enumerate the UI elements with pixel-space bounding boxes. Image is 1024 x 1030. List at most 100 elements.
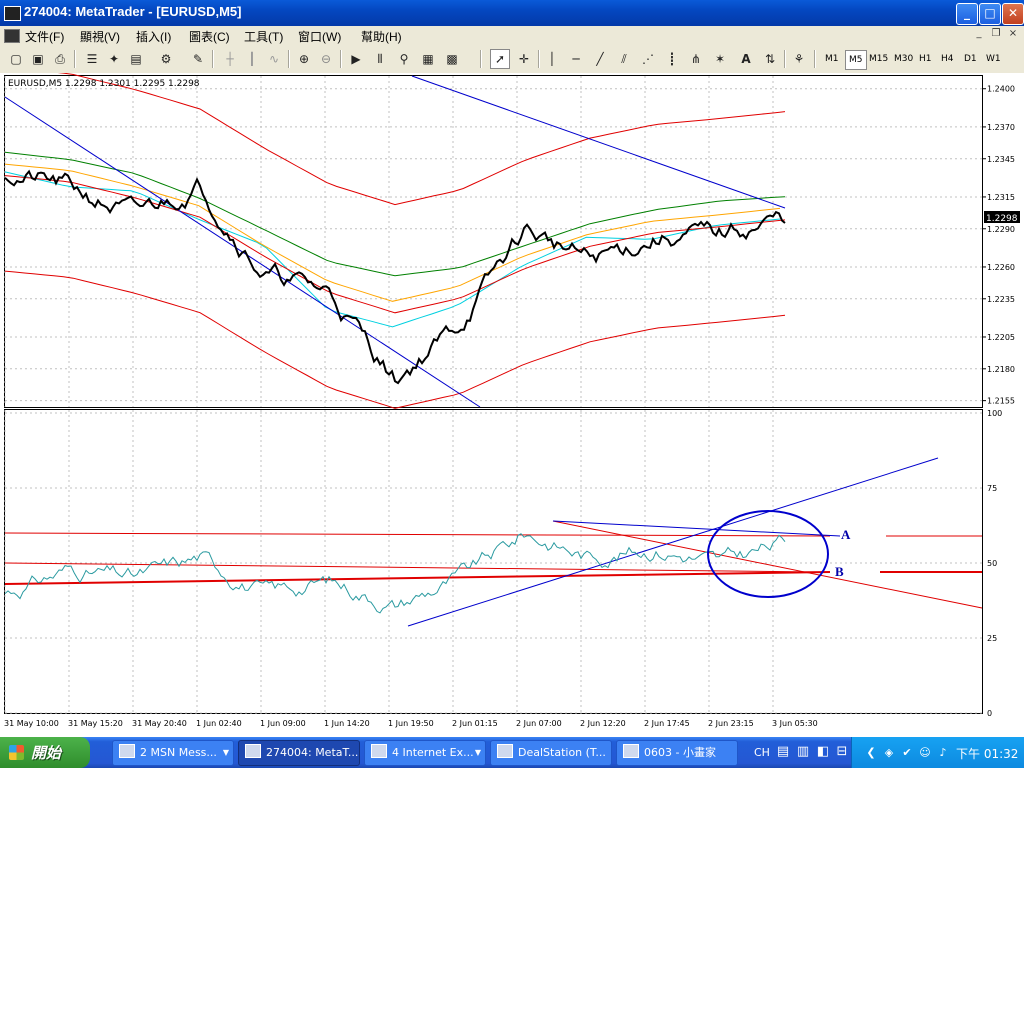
- indicators-icon[interactable]: ⚲: [394, 49, 414, 69]
- text-tool-icon[interactable]: A: [736, 49, 756, 69]
- market-watch-icon[interactable]: ☰: [82, 49, 102, 69]
- timeframe-d1[interactable]: D1: [961, 50, 980, 68]
- menu-window[interactable]: 窗口(W): [298, 28, 341, 45]
- price-tick-label: 1.2370: [987, 123, 1015, 132]
- price-tick-label: 1.2205: [987, 333, 1015, 342]
- task-paint[interactable]: 0603 - 小畫家: [616, 740, 738, 766]
- clock[interactable]: 下午 01:32: [956, 745, 1018, 762]
- group-arrow-icon: ▼: [222, 748, 229, 757]
- ime-fullwidth-icon[interactable]: ◧: [815, 743, 831, 760]
- timeframe-h1[interactable]: H1: [916, 50, 935, 68]
- mdi-minimize-button[interactable]: _: [972, 28, 986, 41]
- windows-taskbar: 開始 2 MSN Mess... ▼ 274004: MetaT... 4 Int…: [0, 737, 1024, 768]
- time-tick-label: 1 Jun 14:20: [324, 719, 370, 728]
- metatrader-icon: [245, 744, 261, 758]
- msn-icon: [119, 744, 135, 758]
- time-tick-label: 31 May 10:00: [4, 719, 59, 728]
- window-title: 274004: MetaTrader - [EURUSD,M5]: [24, 4, 242, 19]
- security-icon[interactable]: ✔: [900, 746, 914, 760]
- dealstation-icon: [497, 744, 513, 758]
- timeframe-w1[interactable]: W1: [983, 50, 1004, 68]
- annotation-b: B: [835, 564, 844, 579]
- menu-view[interactable]: 顯視(V): [80, 28, 120, 45]
- toolbar-separator: [480, 50, 482, 68]
- timeframe-m1[interactable]: M1: [822, 50, 842, 68]
- menu-tools[interactable]: 工具(T): [244, 28, 283, 45]
- msn-tray-icon[interactable]: ☺: [918, 746, 932, 760]
- price-tick-label: 1.2260: [987, 263, 1015, 272]
- cursor-icon[interactable]: ➚: [490, 49, 510, 69]
- horizontal-line-icon[interactable]: ─: [566, 49, 586, 69]
- timeframe-h4[interactable]: H4: [938, 50, 957, 68]
- menu-file[interactable]: 文件(F): [25, 28, 64, 45]
- timeframe-m15[interactable]: M15: [866, 50, 891, 68]
- equidistant-channel-icon[interactable]: ⫽: [614, 49, 634, 69]
- strategy-tester-icon[interactable]: ⚙: [156, 49, 176, 69]
- metatrader-app-icon[interactable]: [4, 6, 21, 21]
- toolbar-separator: [784, 50, 786, 68]
- timeframe-m30[interactable]: M30: [891, 50, 916, 68]
- toolbar-separator: [538, 50, 540, 68]
- bar-chart-icon[interactable]: ┼: [220, 49, 240, 69]
- auto-scroll-icon[interactable]: ▶: [346, 49, 366, 69]
- price-tick-label: 1.2400: [987, 85, 1015, 94]
- price-tick-label: 1.2180: [987, 365, 1015, 374]
- ime-icon[interactable]: ▤: [775, 743, 791, 760]
- symbol-header: EURUSD,M5 1.2298 1.2301 1.2295 1.2298: [8, 79, 200, 89]
- indicator-tick-label: 25: [987, 634, 997, 643]
- templates-icon[interactable]: ▩: [442, 49, 462, 69]
- menu-charts[interactable]: 圖表(C): [189, 28, 230, 45]
- arrows-icon[interactable]: ⇅: [760, 49, 780, 69]
- pitchfork-icon[interactable]: ⋔: [686, 49, 706, 69]
- window-title-bar[interactable]: 274004: MetaTrader - [EURUSD,M5] _ □ ✕: [0, 0, 1024, 26]
- mdi-restore-button[interactable]: ❐: [989, 28, 1003, 41]
- minimize-button[interactable]: _: [956, 3, 978, 25]
- terminal-icon[interactable]: ▤: [126, 49, 146, 69]
- print-icon[interactable]: ⎙: [50, 49, 70, 69]
- timeframe-m5[interactable]: M5: [845, 50, 867, 70]
- tray-expand-icon[interactable]: ❮: [864, 746, 878, 760]
- mdi-close-button[interactable]: ×: [1006, 28, 1020, 41]
- time-tick-label: 3 Jun 05:30: [772, 719, 818, 728]
- task-msn[interactable]: 2 MSN Mess... ▼: [112, 740, 234, 766]
- save-icon[interactable]: ▣: [28, 49, 48, 69]
- task-dealstation[interactable]: DealStation (T...: [490, 740, 612, 766]
- ime-options-icon[interactable]: ⊟: [834, 743, 850, 760]
- expert-advisors-icon[interactable]: ✎: [188, 49, 208, 69]
- chart-area[interactable]: A B EURUSD,M5 1.2298 1.2301 1.2295 1.229…: [0, 73, 1024, 735]
- child-window-icon[interactable]: [4, 29, 20, 43]
- close-button[interactable]: ✕: [1002, 3, 1024, 25]
- task-metatrader[interactable]: 274004: MetaT...: [238, 740, 360, 766]
- volume-icon[interactable]: ♪: [936, 746, 950, 760]
- time-tick-label: 2 Jun 07:00: [516, 719, 562, 728]
- task-label: 274004: MetaT...: [266, 746, 359, 759]
- candlestick-icon[interactable]: ┃: [242, 49, 262, 69]
- ime-mode-icon[interactable]: ▥: [795, 743, 811, 760]
- maximize-button[interactable]: □: [979, 3, 1001, 25]
- period-separator-icon[interactable]: ⚘: [789, 49, 809, 69]
- chart-shift-icon[interactable]: ⫴: [370, 49, 390, 69]
- trendline-icon[interactable]: ╱: [590, 49, 610, 69]
- gann-icon[interactable]: ✶: [710, 49, 730, 69]
- price-tick-label: 1.2345: [987, 155, 1015, 164]
- internet-explorer-icon: [371, 744, 387, 758]
- windows-logo-icon: [9, 745, 24, 760]
- vertical-line-icon[interactable]: │: [542, 49, 562, 69]
- fibonacci-retracement-icon[interactable]: ┋: [662, 49, 682, 69]
- new-chart-icon[interactable]: ▢: [6, 49, 26, 69]
- start-button[interactable]: 開始: [0, 737, 90, 768]
- annotation-a: A: [841, 527, 851, 542]
- periods-icon[interactable]: ▦: [418, 49, 438, 69]
- fibonacci-fan-icon[interactable]: ⋰: [638, 49, 658, 69]
- menu-insert[interactable]: 插入(I): [136, 28, 171, 45]
- zoom-in-icon[interactable]: ⊕: [294, 49, 314, 69]
- menu-help[interactable]: 幫助(H): [361, 28, 402, 45]
- language-indicator[interactable]: CH: [754, 746, 770, 759]
- task-label: 0603 - 小畫家: [644, 746, 716, 759]
- line-chart-icon[interactable]: ∿: [264, 49, 284, 69]
- network-icon[interactable]: ◈: [882, 746, 896, 760]
- zoom-out-icon[interactable]: ⊖: [316, 49, 336, 69]
- navigator-icon[interactable]: ✦: [104, 49, 124, 69]
- task-internet-explorer[interactable]: 4 Internet Ex... ▼: [364, 740, 486, 766]
- crosshair-icon[interactable]: ✛: [514, 49, 534, 69]
